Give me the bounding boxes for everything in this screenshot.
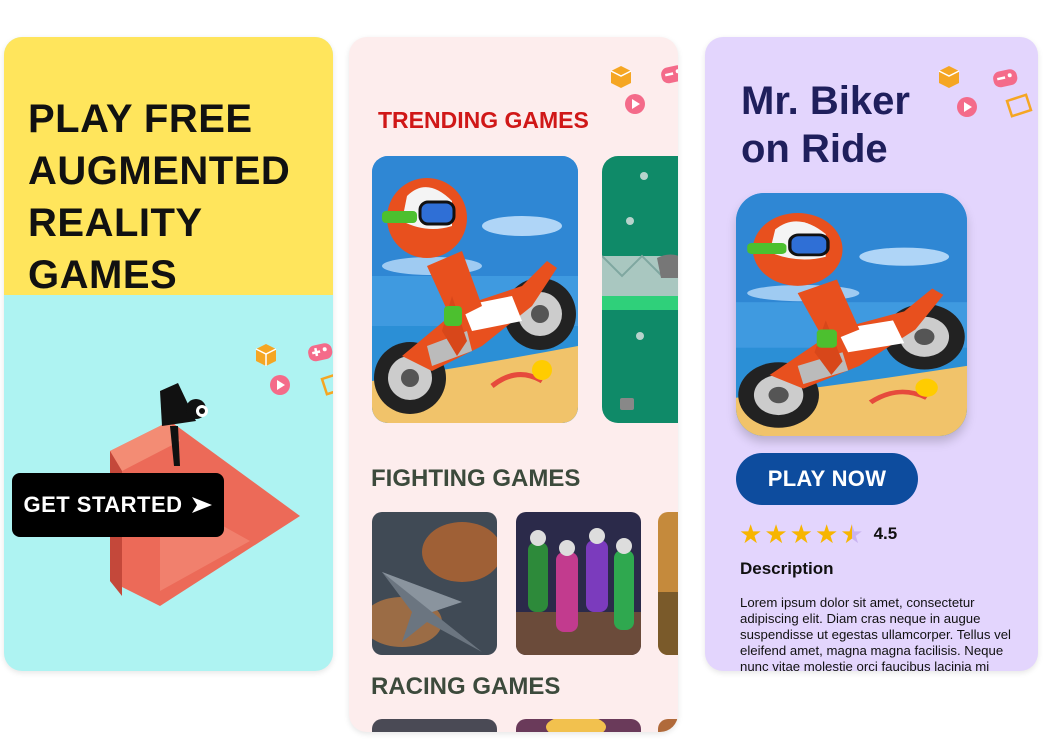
play-circle-icon [625,94,645,114]
game-thumbnail [602,156,678,423]
game-thumbnail [658,512,678,655]
fighting-card-partial[interactable] [658,512,678,655]
play-now-button[interactable]: PLAY NOW [736,453,918,505]
game-detail-screen: Mr. Biker on Ride PLAY NOW ★ ★ ★ ★ ★ 4.5… [705,37,1038,671]
game-list-screen: TRENDING GAMES FIGHTING GAMES RACING GAM… [349,37,678,732]
intro-screen: PLAY FREE AUGMENTED REALITY GAMES GET ST… [4,37,333,671]
racing-card-partial[interactable] [658,719,678,732]
racing-games-heading: RACING GAMES [371,673,561,700]
decorative-icons [938,66,1033,118]
description-text: Lorem ipsum dolor sit amet, consectetur … [740,595,1011,671]
star-icon: ★ [739,519,763,549]
game-cover-image [736,193,967,436]
description-heading: Description [740,559,834,578]
trending-games-heading: TRENDING GAMES [378,107,589,133]
game-thumbnail [658,719,678,732]
card-icon [1005,93,1033,118]
arrow-right-icon [191,497,212,513]
game-title-line-2: on Ride [741,127,888,171]
game-title-line-1: Mr. Biker [741,79,910,123]
game-thumbnail [372,156,578,423]
fighting-card-jet[interactable] [372,512,497,655]
racing-card-2[interactable] [516,719,641,732]
get-started-button[interactable]: GET STARTED [12,473,224,537]
cube-icon [610,66,632,88]
get-started-label: GET STARTED [23,492,183,517]
racing-card-1[interactable] [372,719,497,732]
play-circle-icon [957,97,977,117]
rating-value: 4.5 [873,524,898,543]
fighting-card-squad[interactable] [516,512,641,655]
trending-card-biker[interactable] [372,156,578,423]
star-rating: ★ ★ ★ ★ ★ 4.5 [739,521,897,547]
game-thumbnail [372,512,497,655]
fighting-games-heading: FIGHTING GAMES [371,465,581,492]
star-icon: ★ [789,519,813,549]
gamepad-icon [661,65,678,84]
star-icon: ★ [764,519,788,549]
card-icon [320,371,333,396]
gamepad-icon [308,343,333,362]
game-thumbnail [372,719,497,732]
game-title: Mr. Biker on Ride [741,77,941,173]
game-thumbnail [516,719,641,732]
game-thumbnail [516,512,641,655]
trending-card-platformer[interactable] [602,156,678,423]
cube-icon [255,344,277,366]
decorative-icons [610,65,678,114]
star-icon: ★ [814,519,839,549]
intro-headline: PLAY FREE AUGMENTED REALITY GAMES [28,97,291,297]
game-thumbnail [736,193,967,436]
cube-icon [938,66,960,88]
gamepad-icon [993,69,1018,88]
half-star-icon: ★ [840,519,864,549]
